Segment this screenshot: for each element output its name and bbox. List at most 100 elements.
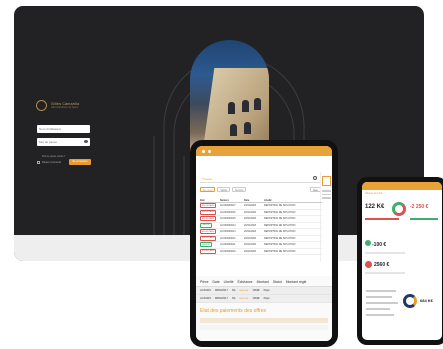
status-icon	[365, 261, 372, 268]
row-amount: 1062€	[252, 297, 260, 300]
row-amount: 1062€	[252, 289, 260, 292]
menu-icon[interactable]	[202, 149, 205, 153]
brand-logo: Gilles Camarilla Administrateur de biens	[36, 100, 79, 111]
remember-label: Rester connecté	[42, 161, 61, 164]
column-header[interactable]: Date	[212, 280, 219, 284]
status-badge: EN RETARD	[200, 248, 217, 254]
tablet-top-bar	[196, 146, 332, 156]
row-label: REPORTING DE SITUATION	[264, 243, 296, 247]
records-table: Etat Numéro Date Libellé EN RETARD ACX000…	[200, 198, 322, 255]
kpi-value: -100 €	[372, 242, 387, 248]
username-input[interactable]: Nom d'utilisateur	[37, 125, 90, 133]
remember-me[interactable]: Rester connecté	[37, 161, 61, 164]
forgot-password-link[interactable]: Mot de passe oublié ?	[42, 155, 65, 158]
bar	[365, 272, 405, 274]
list-item	[366, 296, 392, 298]
row-number: ACX00000014	[220, 223, 236, 227]
row-date: 20/02/2018	[244, 249, 256, 253]
row-date: 20/02/2018	[244, 243, 256, 247]
table-row[interactable]: ACX0116 08/02/2017 NA REGLEE 1062€ Payé	[196, 287, 332, 295]
row-code: NA	[231, 297, 236, 300]
row-label: REPORTING DE SITUATION	[264, 230, 296, 234]
row-label: REPORTING DE SITUATION	[264, 217, 296, 221]
row-number: ACX00000013	[220, 230, 236, 234]
row-label: REPORTING DE SITUATION	[264, 210, 296, 214]
row-date: 20/02/2018	[244, 223, 256, 227]
section-title: Etat des paiements des offres	[200, 308, 267, 314]
row-label: REPORTING DE SITUATION	[264, 204, 296, 208]
filter-chip[interactable]: Validé	[217, 187, 230, 192]
header-cell[interactable]: Etat	[200, 199, 220, 202]
search-icon[interactable]	[313, 176, 317, 180]
row-date: 08/02/2017	[214, 297, 228, 300]
password-placeholder: Mot de passe	[39, 140, 58, 144]
home-icon[interactable]	[208, 149, 211, 153]
header-cell[interactable]: Date	[244, 199, 264, 202]
kpi-value: 684 K€	[420, 298, 433, 303]
row-date: 20/02/2018	[244, 204, 256, 208]
row-number: ACX00000012	[220, 236, 236, 240]
header-cell[interactable]: Libellé	[264, 199, 322, 202]
tablet-lower-panel: Pièce Date Libellé Échéance Montant Stat…	[196, 276, 332, 341]
brand-subtitle: Administrateur de biens	[51, 106, 79, 109]
tablet-device: Trouver... En cours Validé Terminé Date …	[190, 140, 338, 347]
row-date: 20/02/2018	[244, 236, 256, 240]
column-header[interactable]: Libellé	[224, 280, 234, 284]
side-card[interactable]	[322, 176, 331, 186]
dashboard-title: Tableau de bord	[365, 192, 383, 195]
eye-icon[interactable]	[84, 140, 88, 143]
phone-device: Tableau de bord 122 K€ -2 250 € -100 € 2…	[357, 177, 443, 345]
row-label: REPORTING DE SITUATION	[264, 223, 296, 227]
status-badge: EN RETARD	[200, 229, 217, 235]
list-item	[366, 308, 390, 310]
row-ref: ACX0116	[200, 289, 211, 292]
column-header[interactable]: Pièce	[200, 280, 208, 284]
status-badge: EN RETARD	[200, 209, 217, 215]
column-header[interactable]: Montant	[257, 280, 269, 284]
remember-checkbox[interactable]	[37, 161, 40, 164]
login-button[interactable]: Se connecter	[69, 159, 91, 165]
status-badge: VALIDÉ	[200, 222, 212, 228]
bar	[365, 218, 399, 220]
filter-chip[interactable]: En cours	[200, 187, 216, 192]
row-number: ACX00000011	[220, 243, 236, 247]
row-label: REPORTING DE SITUATION	[264, 236, 296, 240]
phone-top-bar	[362, 182, 442, 190]
status-icon	[365, 240, 371, 246]
row-number: ACX00000010	[220, 249, 236, 253]
row-status: Payé	[263, 289, 270, 292]
row-status: Payé	[263, 297, 270, 300]
bar	[410, 218, 438, 220]
progress-strip	[200, 325, 328, 330]
row-code: NA	[231, 289, 236, 292]
filter-chip[interactable]: Terminé	[231, 187, 247, 192]
lower-column-headers: Pièce Date Libellé Échéance Montant Stat…	[196, 276, 332, 287]
status-badge: VALIDÉ	[200, 242, 212, 248]
phone-screen: Tableau de bord 122 K€ -2 250 € -100 € 2…	[362, 182, 442, 340]
table-row[interactable]: ACX0115 08/02/2017 NA REGLEE 1062€ Payé	[196, 295, 332, 303]
table-row[interactable]: EN RETARD ACX00000010 20/02/2018 REPORTING …	[200, 248, 322, 255]
building-photo	[190, 40, 269, 156]
column-header[interactable]: Montant réglé	[286, 280, 307, 284]
column-header[interactable]: Échéance	[237, 280, 252, 284]
kpi-value: -2 250 €	[410, 204, 429, 210]
logo-icon	[36, 100, 47, 111]
list-item	[366, 290, 396, 292]
payment-rows: ACX0116 08/02/2017 NA REGLEE 1062€ Payé …	[196, 287, 332, 303]
donut-chart	[392, 202, 406, 216]
username-placeholder: Nom d'utilisateur	[39, 127, 62, 131]
kpi-value: 2560 €	[374, 262, 390, 268]
password-input[interactable]: Mot de passe	[37, 138, 90, 146]
column-header[interactable]: Statut	[273, 280, 282, 284]
search-placeholder: Trouver...	[202, 177, 215, 181]
progress-strip	[200, 318, 328, 323]
search-input[interactable]: Trouver...	[200, 174, 321, 183]
donut-chart	[403, 294, 417, 308]
row-date: 08/02/2017	[214, 289, 228, 292]
status-badge: EN RETARD	[200, 235, 217, 241]
header-cell[interactable]: Numéro	[220, 199, 244, 202]
row-pill: REGLEE	[239, 297, 249, 300]
row-date: 20/02/2018	[244, 230, 256, 234]
kpi-value: 122 K€	[365, 204, 385, 210]
row-number: ACX00000016	[220, 210, 236, 214]
